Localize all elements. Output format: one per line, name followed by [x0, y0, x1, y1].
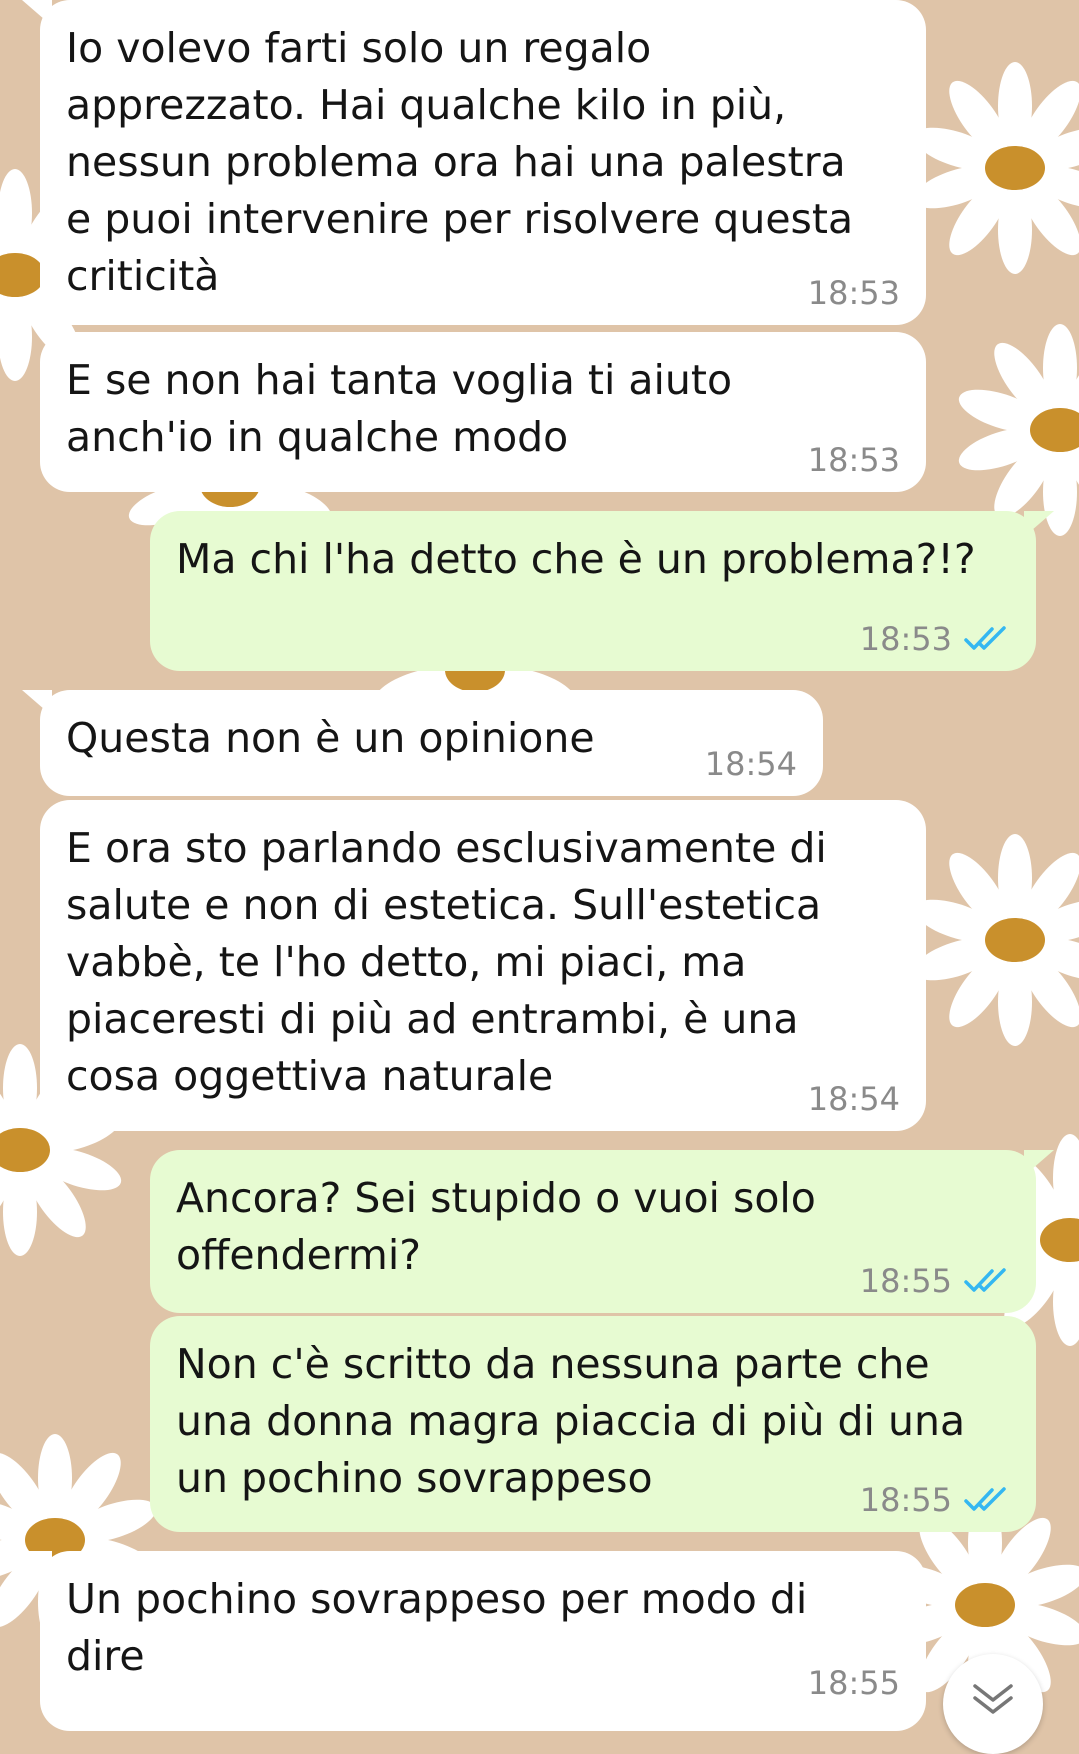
message-text: E ora sto parlando esclusivamente di sal… [66, 824, 827, 1100]
message-meta: 18:53 [808, 442, 900, 478]
message-outgoing[interactable]: Ancora? Sei stupido o vuoi solo offender… [150, 1150, 1054, 1313]
message-incoming[interactable]: E se non hai tanta voglia ti aiuto anch'… [40, 332, 926, 492]
message-meta: 18:54 [705, 746, 797, 782]
message-meta: 18:53 [808, 275, 900, 311]
message-time: 18:53 [807, 441, 900, 479]
message-meta: 18:54 [808, 1081, 900, 1117]
message-meta: 18:53 [860, 621, 1010, 657]
message-time: 18:55 [859, 1481, 952, 1519]
message-text: Questa non è un opinione [66, 714, 595, 762]
message-incoming[interactable]: Un pochino sovrappeso per modo di dire 1… [22, 1551, 926, 1731]
message-outgoing[interactable]: Ma chi l'ha detto che è un problema?!? 1… [150, 511, 1054, 671]
message-time: 18:55 [859, 1262, 952, 1300]
message-meta: 18:55 [808, 1665, 900, 1701]
double-check-icon [964, 1268, 1010, 1294]
message-text: Io volevo farti solo un regalo apprezzat… [66, 24, 854, 300]
message-incoming[interactable]: Questa non è un opinione 18:54 [22, 690, 823, 796]
chat-thread: Io volevo farti solo un regalo apprezzat… [0, 0, 1079, 1754]
scroll-to-bottom-button[interactable] [943, 1654, 1043, 1754]
message-text: Un pochino sovrappeso per modo di dire [66, 1575, 808, 1680]
message-time: 18:55 [807, 1664, 900, 1702]
message-time: 18:54 [807, 1080, 900, 1118]
message-text: E se non hai tanta voglia ti aiuto anch'… [66, 356, 733, 461]
double-check-icon [964, 1487, 1010, 1513]
message-incoming[interactable]: Io volevo farti solo un regalo apprezzat… [22, 0, 926, 325]
message-meta: 18:55 [860, 1482, 1010, 1518]
message-text: Ma chi l'ha detto che è un problema?!? [176, 535, 976, 583]
chevron-double-down-icon [973, 1684, 1013, 1714]
message-incoming[interactable]: E ora sto parlando esclusivamente di sal… [40, 800, 926, 1131]
message-time: 18:53 [807, 274, 900, 312]
message-meta: 18:55 [860, 1263, 1010, 1299]
message-time: 18:54 [704, 745, 797, 783]
double-check-icon [964, 626, 1010, 652]
message-time: 18:53 [859, 620, 952, 658]
message-outgoing[interactable]: Non c'è scritto da nessuna parte che una… [150, 1316, 1036, 1532]
